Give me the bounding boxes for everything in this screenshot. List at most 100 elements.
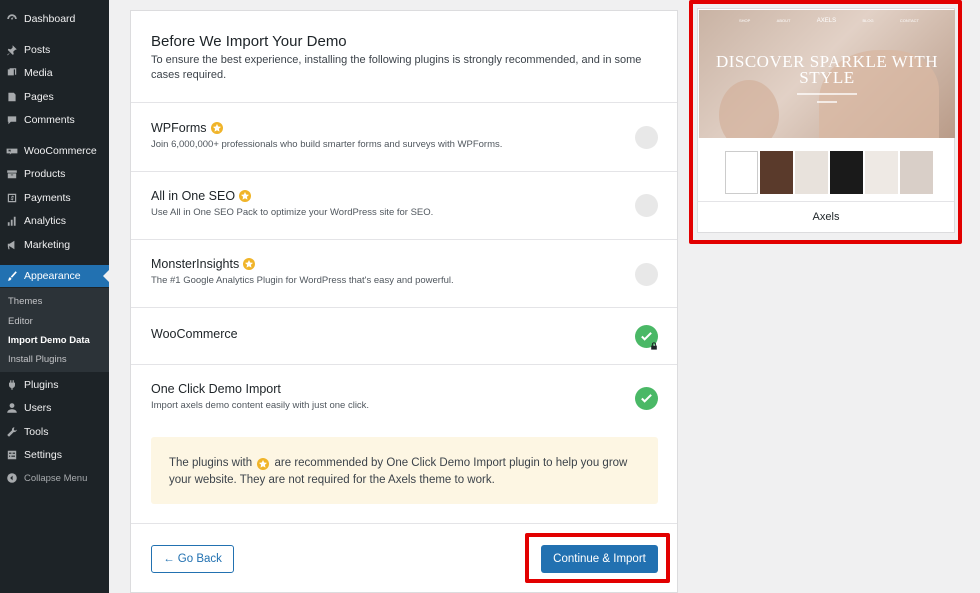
sidebar-item-analytics[interactable]: Analytics: [0, 210, 109, 232]
admin-sidebar: Dashboard Posts Media Pages Comments Woo…: [0, 0, 109, 593]
divider: [131, 364, 677, 365]
sidebar-item-label: Users: [24, 402, 52, 414]
paintbrush-icon: [0, 270, 24, 282]
sidebar-item-label: Dashboard: [24, 13, 76, 25]
archive-icon: [0, 168, 24, 180]
plugin-icon: [0, 379, 24, 391]
sidebar-item-dashboard[interactable]: Dashboard: [0, 8, 109, 30]
preview-nav: SHOP ABOUT AXELS BLOG CONTACT: [739, 18, 919, 24]
sidebar-item-settings[interactable]: Settings: [0, 444, 109, 466]
preview-hero-text: DISCOVER SPARKLE WITH STYLE: [715, 52, 939, 87]
sidebar-item-media[interactable]: Media: [0, 62, 109, 84]
sidebar-item-payments[interactable]: Payments: [0, 187, 109, 209]
plugin-select-aioseo[interactable]: [635, 194, 658, 217]
plugin-name-text: WooCommerce: [151, 327, 238, 341]
sidebar-item-label: Pages: [24, 91, 54, 103]
plugin-name-text: MonsterInsights: [151, 257, 240, 271]
theme-name: Axels: [812, 211, 840, 223]
woocommerce-icon: [0, 145, 24, 157]
star-icon: [243, 258, 256, 270]
hero-text-line: [797, 93, 857, 95]
notice-text-start: The plugins with: [169, 457, 253, 469]
sidebar-item-label: Posts: [24, 44, 51, 56]
sidebar-item-woocommerce[interactable]: WooCommerce: [0, 140, 109, 162]
hero-shape: [719, 80, 779, 138]
preview-thumbnails: [725, 151, 933, 194]
divider: [131, 171, 677, 172]
hero-text-line: [817, 101, 837, 103]
divider: [131, 239, 677, 240]
sidebar-item-label: Analytics: [24, 215, 67, 227]
divider: [698, 201, 954, 202]
submenu-item-themes[interactable]: Themes: [8, 296, 42, 307]
plugin-description: Import axels demo content easily with ju…: [151, 400, 370, 411]
button-highlight-box: [525, 533, 670, 583]
submenu-item-install-plugins[interactable]: Install Plugins: [8, 354, 67, 365]
sidebar-item-marketing[interactable]: Marketing: [0, 234, 109, 256]
sidebar-item-label: Tools: [24, 426, 49, 438]
plugin-name-text: One Click Demo Import: [151, 382, 281, 396]
plugin-name-text: WPForms: [151, 121, 207, 135]
sidebar-item-pages[interactable]: Pages: [0, 86, 109, 108]
current-menu-indicator: [103, 270, 109, 282]
plugin-select-wpforms[interactable]: [635, 126, 658, 149]
pin-icon: [0, 44, 24, 56]
sidebar-item-users[interactable]: Users: [0, 397, 109, 419]
settings-icon: [0, 449, 24, 461]
preview-nav-item: ABOUT: [776, 18, 791, 23]
lock-icon: [649, 341, 659, 351]
sidebar-item-label: Products: [24, 168, 66, 180]
product-thumbnail: [830, 151, 863, 194]
star-icon: [257, 458, 270, 470]
user-icon: [0, 402, 24, 414]
comment-icon: [0, 114, 24, 126]
submenu-item-editor[interactable]: Editor: [8, 316, 33, 327]
collapse-menu-button[interactable]: Collapse Menu: [0, 467, 109, 489]
submenu-item-import-demo-data[interactable]: Import Demo Data: [8, 335, 90, 346]
sidebar-item-label: Comments: [24, 114, 75, 126]
star-icon: [239, 190, 252, 202]
plugin-name-woocommerce: WooCommerce: [151, 327, 238, 341]
megaphone-icon: [0, 239, 24, 251]
media-icon: [0, 67, 24, 79]
checkmark-icon: [635, 387, 658, 410]
product-thumbnail: [865, 151, 898, 194]
sidebar-item-posts[interactable]: Posts: [0, 39, 109, 61]
sidebar-item-label: WooCommerce: [24, 145, 97, 157]
theme-preview-image: SHOP ABOUT AXELS BLOG CONTACT DISCOVER S…: [699, 10, 955, 138]
go-back-button[interactable]: ← Go Back: [151, 545, 234, 573]
theme-preview-card[interactable]: SHOP ABOUT AXELS BLOG CONTACT DISCOVER S…: [697, 8, 955, 233]
plugin-description: Use All in One SEO Pack to optimize your…: [151, 207, 434, 218]
sidebar-item-label: Plugins: [24, 379, 59, 391]
plugin-name-monsterinsights: MonsterInsights: [151, 257, 256, 271]
page-title: Before We Import Your Demo: [151, 33, 347, 50]
sidebar-item-label: Appearance: [24, 270, 81, 282]
plugin-name-aioseo: All in One SEO: [151, 189, 252, 203]
plugin-description: The #1 Google Analytics Plugin for WordP…: [151, 275, 454, 286]
plugin-install-card: Before We Import Your Demo To ensure the…: [130, 10, 678, 593]
sidebar-item-tools[interactable]: Tools: [0, 421, 109, 443]
sidebar-item-products[interactable]: Products: [0, 163, 109, 185]
plugin-select-monsterinsights[interactable]: [635, 263, 658, 286]
plugin-description: Join 6,000,000+ professionals who build …: [151, 139, 503, 150]
sidebar-item-appearance[interactable]: Appearance: [0, 265, 109, 287]
collapse-menu-label: Collapse Menu: [24, 472, 88, 484]
product-thumbnail: [900, 151, 933, 194]
preview-nav-item: SHOP: [739, 18, 751, 23]
divider: [131, 102, 677, 103]
sidebar-item-comments[interactable]: Comments: [0, 109, 109, 131]
wrench-icon: [0, 426, 24, 438]
plugin-name-wpforms: WPForms: [151, 121, 223, 135]
plugin-name-text: All in One SEO: [151, 189, 236, 203]
appearance-submenu: Themes Editor Import Demo Data Install P…: [0, 288, 109, 372]
dashboard-icon: [0, 13, 24, 25]
product-thumbnail: [795, 151, 828, 194]
page-icon: [0, 91, 24, 103]
sidebar-item-label: Media: [24, 67, 53, 79]
sidebar-item-plugins[interactable]: Plugins: [0, 374, 109, 396]
divider: [131, 307, 677, 308]
preview-nav-item: BLOG: [862, 18, 874, 23]
bar-chart-icon: [0, 215, 24, 227]
dollar-icon: [0, 192, 24, 204]
page-subtitle: To ensure the best experience, installin…: [151, 54, 642, 81]
